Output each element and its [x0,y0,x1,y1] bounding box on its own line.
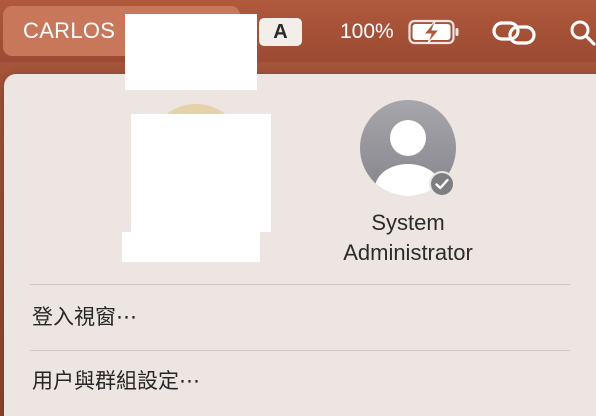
redaction-box [122,232,260,262]
search-icon[interactable] [568,16,596,48]
system-administrator-user[interactable]: System Administrator [304,100,512,268]
login-window-item[interactable]: 登入視窗⋯ [32,302,137,332]
user-name-system-administrator: System Administrator [343,210,473,265]
user-name-label: CARLOS [23,18,116,43]
link-icon[interactable] [492,16,536,48]
input-source-label: A [273,21,288,43]
default-user-icon [360,100,456,197]
divider [30,284,570,285]
redaction-box [125,14,257,90]
battery-charging-icon[interactable] [408,19,460,45]
divider [30,350,570,351]
battery-percentage[interactable]: 100% [340,17,394,47]
input-source-indicator[interactable]: A [259,18,302,46]
checkmark-badge-icon [429,171,455,197]
users-groups-settings-item[interactable]: 用户與群組設定⋯ [32,366,200,396]
redaction-box [131,114,271,232]
user-switch-panel: System Administrator 登入視窗⋯ 用户與群組設定⋯ [4,74,596,416]
menu-bar: CARLOS A 100% [0,0,596,62]
